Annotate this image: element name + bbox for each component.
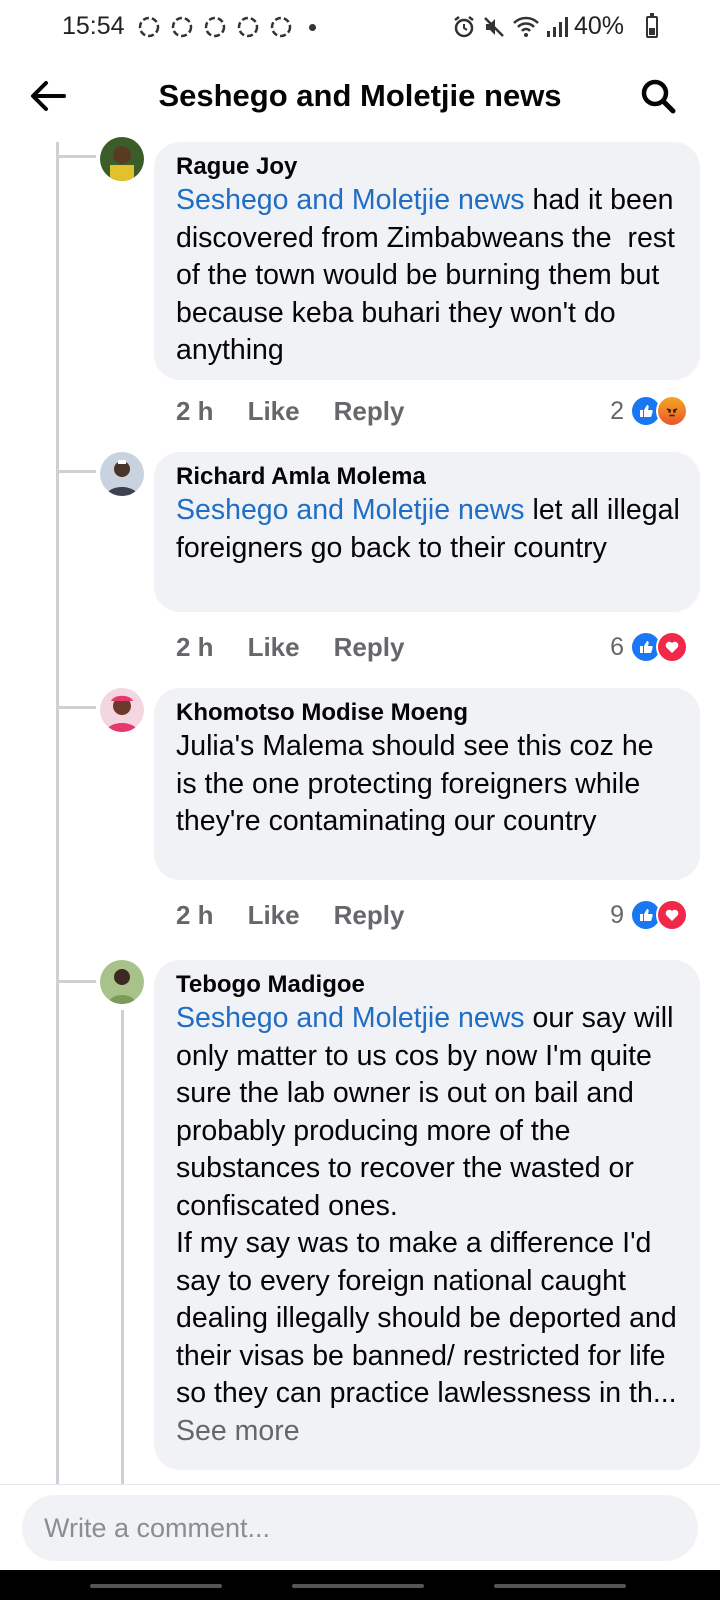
thread-line xyxy=(56,142,59,1484)
battery-percent: 40% xyxy=(573,12,624,40)
reply-button[interactable]: Reply xyxy=(334,396,405,427)
comment-actions: 2 h Like Reply xyxy=(176,396,404,427)
reaction-summary[interactable]: 9 xyxy=(610,899,688,931)
comment-text: Seshego and Moletjie news our say will o… xyxy=(176,1000,680,1450)
comment-bubble[interactable]: Tebogo Madigoe Seshego and Moletjie news… xyxy=(154,960,700,1470)
reaction-summary[interactable]: 6 xyxy=(610,631,688,663)
page-title: Seshego and Moletjie news xyxy=(158,78,562,113)
avatar[interactable] xyxy=(100,688,144,732)
avatar[interactable] xyxy=(100,960,144,1004)
reaction-summary[interactable]: 2 xyxy=(610,395,688,427)
thread-connector xyxy=(56,470,96,473)
wifi-icon xyxy=(513,16,539,37)
comment-text: Julia's Malema should see this coz he is… xyxy=(176,728,680,841)
nav-back-button[interactable] xyxy=(494,1584,626,1588)
notification-icon xyxy=(237,16,259,38)
reaction-count: 2 xyxy=(610,396,624,425)
reaction-count: 9 xyxy=(610,900,624,929)
nav-home-button[interactable] xyxy=(292,1584,424,1588)
mention-link[interactable]: Seshego and Moletjie news xyxy=(176,1002,525,1034)
reaction-count: 6 xyxy=(610,632,624,661)
comment-author[interactable]: Khomotso Modise Moeng xyxy=(176,698,680,728)
comment-time[interactable]: 2 h xyxy=(176,632,214,663)
reply-button[interactable]: Reply xyxy=(334,632,405,663)
love-reaction-icon xyxy=(656,899,688,931)
reply-thread-line xyxy=(121,1010,124,1484)
like-button[interactable]: Like xyxy=(248,632,300,663)
comment-input[interactable] xyxy=(22,1495,698,1561)
alarm-icon xyxy=(454,15,474,37)
notification-icon xyxy=(171,16,193,38)
nav-recents-button[interactable] xyxy=(90,1584,222,1588)
battery-icon xyxy=(646,13,658,38)
mention-link[interactable]: Seshego and Moletjie news xyxy=(176,184,525,216)
comment-author[interactable]: Tebogo Madigoe xyxy=(176,970,680,1000)
status-right: 40% xyxy=(452,12,650,41)
more-notifications-dot xyxy=(309,23,316,31)
like-button[interactable]: Like xyxy=(248,900,300,931)
app-header: Seshego and Moletjie news xyxy=(0,56,720,142)
thread-connector xyxy=(56,155,96,158)
comment-bubble[interactable]: Richard Amla Molema Seshego and Moletjie… xyxy=(154,452,700,612)
comment-author[interactable]: Rague Joy xyxy=(176,152,680,182)
status-time: 15:54 xyxy=(62,12,125,40)
comment-author[interactable]: Richard Amla Molema xyxy=(176,462,680,492)
search-icon xyxy=(641,79,676,114)
reply-button[interactable]: Reply xyxy=(334,900,405,931)
thread-connector xyxy=(56,706,96,709)
mention-link[interactable]: Seshego and Moletjie news xyxy=(176,494,525,526)
comment-composer xyxy=(0,1484,720,1565)
angry-reaction-icon xyxy=(656,395,688,427)
status-bar: 15:54 40% xyxy=(0,0,720,56)
comment-time[interactable]: 2 h xyxy=(176,900,214,931)
thread-connector xyxy=(56,980,96,983)
comment-actions: 2 h Like Reply xyxy=(176,632,404,663)
notification-icons xyxy=(136,14,316,40)
avatar[interactable] xyxy=(100,137,144,181)
comment-body: our say will only matter to us cos by no… xyxy=(176,1002,677,1409)
mute-icon xyxy=(484,16,504,37)
comment-text: Seshego and Moletjie news had it been di… xyxy=(176,182,680,370)
system-nav-bar xyxy=(0,1570,720,1600)
notification-icon xyxy=(270,16,292,38)
comment-bubble[interactable]: Khomotso Modise Moeng Julia's Malema sho… xyxy=(154,688,700,880)
search-button[interactable] xyxy=(636,74,680,118)
comment-text: Seshego and Moletjie news let all illega… xyxy=(176,492,680,567)
signal-icon xyxy=(546,16,568,37)
comment-bubble[interactable]: Rague Joy Seshego and Moletjie news had … xyxy=(154,142,700,380)
notification-icon xyxy=(138,16,160,38)
comment-actions: 2 h Like Reply xyxy=(176,900,404,931)
comment-body: Julia's Malema should see this coz he is… xyxy=(176,730,662,837)
notification-icon xyxy=(204,16,226,38)
like-button[interactable]: Like xyxy=(248,396,300,427)
love-reaction-icon xyxy=(656,631,688,663)
avatar[interactable] xyxy=(100,452,144,496)
comment-time[interactable]: 2 h xyxy=(176,396,214,427)
